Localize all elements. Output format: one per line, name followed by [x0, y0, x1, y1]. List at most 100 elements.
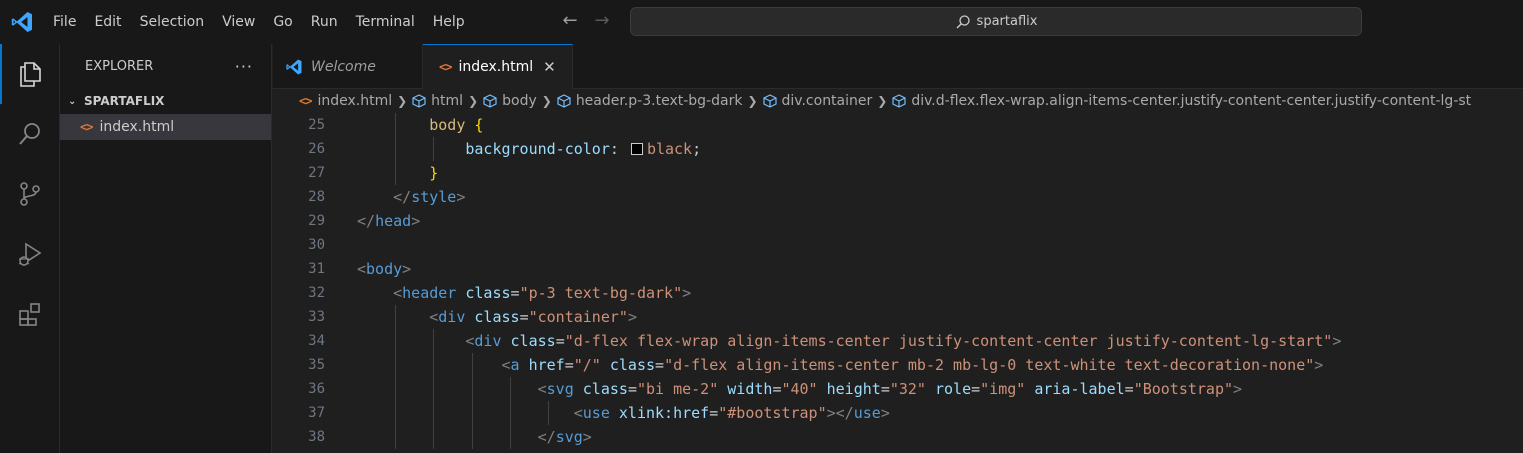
file-index-html[interactable]: <> index.html [60, 114, 271, 140]
code-text: background-color: black; [465, 140, 702, 158]
code-line[interactable]: 33 <div class="container"> [273, 305, 1523, 329]
line-number: 28 [308, 189, 325, 205]
breadcrumb-label: div.container [781, 93, 873, 109]
activity-run-debug[interactable] [0, 224, 60, 284]
html-file-icon: <> [439, 60, 452, 74]
code-line[interactable]: 28 </style> [273, 185, 1523, 209]
code-line[interactable]: 26 background-color: black; [273, 137, 1523, 161]
activity-bar [0, 44, 60, 453]
code-line[interactable]: 29 </head> [273, 209, 1523, 233]
tab-label: Welcome [311, 58, 376, 75]
color-swatch-icon[interactable] [630, 143, 643, 155]
breadcrumb-label: div.d-flex.flex-wrap.align-items-center.… [911, 93, 1472, 109]
line-number: 31 [308, 261, 325, 277]
code-text: <div class="container"> [429, 308, 637, 326]
code-text: <div class="d-flex flex-wrap align-items… [465, 332, 1342, 350]
run-debug-icon [18, 242, 42, 266]
code-text: </head> [357, 212, 421, 230]
code-text: } [429, 164, 439, 182]
search-icon [19, 123, 40, 145]
navigation-arrows: ← → [560, 10, 612, 34]
menu-run[interactable]: Run [302, 0, 347, 44]
tab-label: index.html [458, 59, 534, 75]
activity-search[interactable] [0, 104, 60, 164]
code-text: </svg> [537, 428, 592, 446]
back-arrow-icon[interactable]: ← [560, 10, 580, 34]
symbol-cube-icon [483, 94, 497, 108]
source-control-icon [20, 182, 40, 206]
vscode-logo-icon[interactable] [10, 10, 34, 34]
file-name: index.html [99, 119, 175, 135]
code-text: <svg class="bi me-2" width="40" height="… [537, 380, 1243, 398]
code-line[interactable]: 37 <use xlink:href="#bootstrap"></use> [273, 401, 1523, 425]
breadcrumb-html[interactable]: html [412, 93, 463, 109]
menu-selection[interactable]: Selection [131, 0, 214, 44]
explorer-sidebar: EXPLORER ··· ⌄ SPARTAFLIX <> index.html [60, 44, 272, 453]
breadcrumb-container[interactable]: div.container [762, 93, 873, 109]
code-line[interactable]: 35 <a href="/" class="d-flex align-items… [273, 353, 1523, 377]
activity-extensions[interactable] [0, 284, 60, 344]
breadcrumb-dflex[interactable]: div.d-flex.flex-wrap.align-items-center.… [892, 93, 1471, 109]
code-line[interactable]: 32 <header class="p-3 text-bg-dark"> [273, 281, 1523, 305]
line-number: 37 [308, 405, 325, 421]
folder-spartaflix[interactable]: ⌄ SPARTAFLIX [60, 88, 271, 114]
breadcrumb-header[interactable]: header.p-3.text-bg-dark [557, 93, 743, 109]
menu-help[interactable]: Help [424, 0, 474, 44]
symbol-cube-icon [557, 94, 571, 108]
breadcrumb-label: header.p-3.text-bg-dark [575, 93, 743, 109]
folder-name: SPARTAFLIX [84, 94, 165, 108]
code-line[interactable]: 38 </svg> [273, 425, 1523, 449]
menu-terminal[interactable]: Terminal [347, 0, 424, 44]
menu-view[interactable]: View [213, 0, 264, 44]
chevron-right-icon: ❯ [877, 94, 888, 108]
breadcrumb-label: body [502, 93, 537, 109]
explorer-icon [20, 62, 41, 87]
symbol-cube-icon [412, 94, 426, 108]
menu-bar: File Edit Selection View Go Run Terminal… [44, 0, 474, 44]
vscode-logo-icon [286, 59, 302, 74]
activity-explorer[interactable] [0, 44, 60, 104]
more-actions-icon[interactable]: ··· [235, 57, 253, 76]
line-number: 29 [308, 213, 325, 229]
explorer-header: EXPLORER ··· [60, 44, 271, 88]
line-number: 32 [308, 285, 325, 301]
line-number: 25 [308, 117, 325, 133]
code-line[interactable]: 36 <svg class="bi me-2" width="40" heigh… [273, 377, 1523, 401]
code-line[interactable]: 30 [273, 233, 1523, 257]
tab-bar: Welcome <> index.html ✕ [273, 44, 1523, 89]
code-line[interactable]: 31 <body> [273, 257, 1523, 281]
code-line[interactable]: 25 body { [273, 113, 1523, 137]
menu-go[interactable]: Go [264, 0, 301, 44]
chevron-right-icon: ❯ [468, 94, 479, 108]
title-bar: File Edit Selection View Go Run Terminal… [0, 0, 1523, 44]
editor-area: Welcome <> index.html ✕ <> index.html ❯ … [273, 44, 1523, 453]
line-number: 26 [308, 141, 325, 157]
code-text: <a href="/" class="d-flex align-items-ce… [501, 356, 1324, 374]
extensions-icon [19, 303, 40, 326]
activity-source-control[interactable] [0, 164, 60, 224]
code-text: body { [429, 116, 484, 134]
forward-arrow-icon[interactable]: → [592, 10, 612, 34]
code-text: </style> [393, 188, 466, 206]
breadcrumb-body[interactable]: body [483, 93, 537, 109]
code-editor[interactable]: 25 body {26 background-color: black; 27 }… [273, 113, 1523, 453]
chevron-right-icon: ❯ [397, 94, 408, 108]
search-icon [956, 14, 970, 28]
breadcrumb-file[interactable]: <> index.html [299, 93, 392, 109]
command-center-label: spartaflix [976, 14, 1038, 29]
tab-index-html[interactable]: <> index.html ✕ [423, 44, 573, 89]
line-number: 35 [308, 357, 325, 373]
breadcrumb-file-label: index.html [317, 93, 393, 109]
line-number: 33 [308, 309, 325, 325]
symbol-cube-icon [892, 94, 906, 108]
html-file-icon: <> [80, 120, 93, 134]
code-line[interactable]: 27 } [273, 161, 1523, 185]
command-center-search[interactable]: spartaflix [630, 7, 1362, 36]
code-line[interactable]: 34 <div class="d-flex flex-wrap align-it… [273, 329, 1523, 353]
menu-file[interactable]: File [44, 0, 85, 44]
close-icon[interactable]: ✕ [543, 58, 556, 76]
menu-edit[interactable]: Edit [85, 0, 130, 44]
tab-welcome[interactable]: Welcome [273, 44, 423, 89]
chevron-down-icon: ⌄ [68, 95, 77, 107]
line-number: 34 [308, 333, 325, 349]
